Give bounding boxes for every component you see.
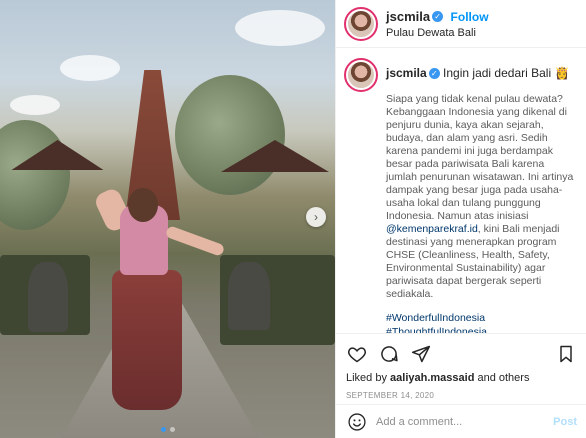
caption-body: jscmila ✓ Ingin jadi dedari Bali 👸 Siapa … xyxy=(386,60,577,333)
caption-text: Siapa yang tidak kenal pulau dewata? Keb… xyxy=(386,93,577,301)
mention-link[interactable]: @kemenparekraf.id xyxy=(386,223,478,235)
share-icon[interactable] xyxy=(410,343,432,365)
dancer-skirt xyxy=(112,270,182,410)
save-bookmark-icon[interactable] xyxy=(555,343,577,365)
carousel-dot xyxy=(169,427,175,432)
verified-badge-icon: ✓ xyxy=(428,68,440,80)
comment-input[interactable] xyxy=(376,415,554,428)
hashtag-link[interactable]: #ThoughtfulIndonesia xyxy=(386,325,577,333)
caption-username[interactable]: jscmila xyxy=(386,66,427,80)
post-photo[interactable]: › xyxy=(0,0,335,438)
verified-badge-icon: ✓ xyxy=(432,10,444,22)
caption-area[interactable]: jscmila ✓ Ingin jadi dedari Bali 👸 Siapa … xyxy=(336,48,586,333)
likes-summary: Liked by aaliyah.massaid and others xyxy=(346,372,577,384)
cloud xyxy=(10,95,60,115)
cloud xyxy=(60,55,120,81)
cloud xyxy=(235,10,325,46)
action-icons xyxy=(346,340,577,368)
header-text: jscmila ✓ Follow Pulau Dewata Bali xyxy=(386,7,489,41)
like-heart-icon[interactable] xyxy=(346,343,368,365)
post-header: jscmila ✓ Follow Pulau Dewata Bali xyxy=(336,0,586,48)
liked-user-link[interactable]: aaliyah.massaid xyxy=(390,372,474,384)
carousel-dot xyxy=(160,427,166,432)
dancer-head xyxy=(128,188,158,222)
avatar[interactable] xyxy=(344,58,378,92)
dancer-arm xyxy=(164,225,226,257)
caption-headline-text: Ingin jadi dedari Bali 👸 xyxy=(443,66,570,80)
caption-text-part: Siapa yang tidak kenal pulau dewata? Keb… xyxy=(386,93,574,222)
statue xyxy=(228,262,270,330)
caption-headline: jscmila ✓ Ingin jadi dedari Bali 👸 xyxy=(386,65,577,81)
comment-icon[interactable] xyxy=(378,343,400,365)
liked-suffix[interactable]: and others xyxy=(474,372,529,384)
action-bar: Liked by aaliyah.massaid and others SEPT… xyxy=(336,333,586,400)
post-comment-button[interactable]: Post xyxy=(553,416,577,428)
post-panel: jscmila ✓ Follow Pulau Dewata Bali jscmil… xyxy=(335,0,586,438)
carousel-dots xyxy=(0,427,335,432)
username[interactable]: jscmila xyxy=(386,9,430,24)
avatar[interactable] xyxy=(344,6,378,41)
follow-button[interactable]: Follow xyxy=(451,10,489,24)
liked-prefix: Liked by xyxy=(346,372,391,384)
tree xyxy=(0,120,70,230)
location-link[interactable]: Pulau Dewata Bali xyxy=(386,27,489,41)
hashtag-link[interactable]: #WonderfulIndonesia xyxy=(386,311,577,325)
statue xyxy=(28,262,68,332)
caption-row: jscmila ✓ Ingin jadi dedari Bali 👸 Siapa … xyxy=(344,58,577,333)
post-date[interactable]: SEPTEMBER 14, 2020 xyxy=(346,391,577,400)
tree xyxy=(175,75,285,195)
carousel-next-button[interactable]: › xyxy=(306,207,326,227)
emoji-icon[interactable] xyxy=(346,411,368,433)
chevron-right-icon: › xyxy=(314,210,318,224)
comment-bar: Post xyxy=(336,404,586,438)
